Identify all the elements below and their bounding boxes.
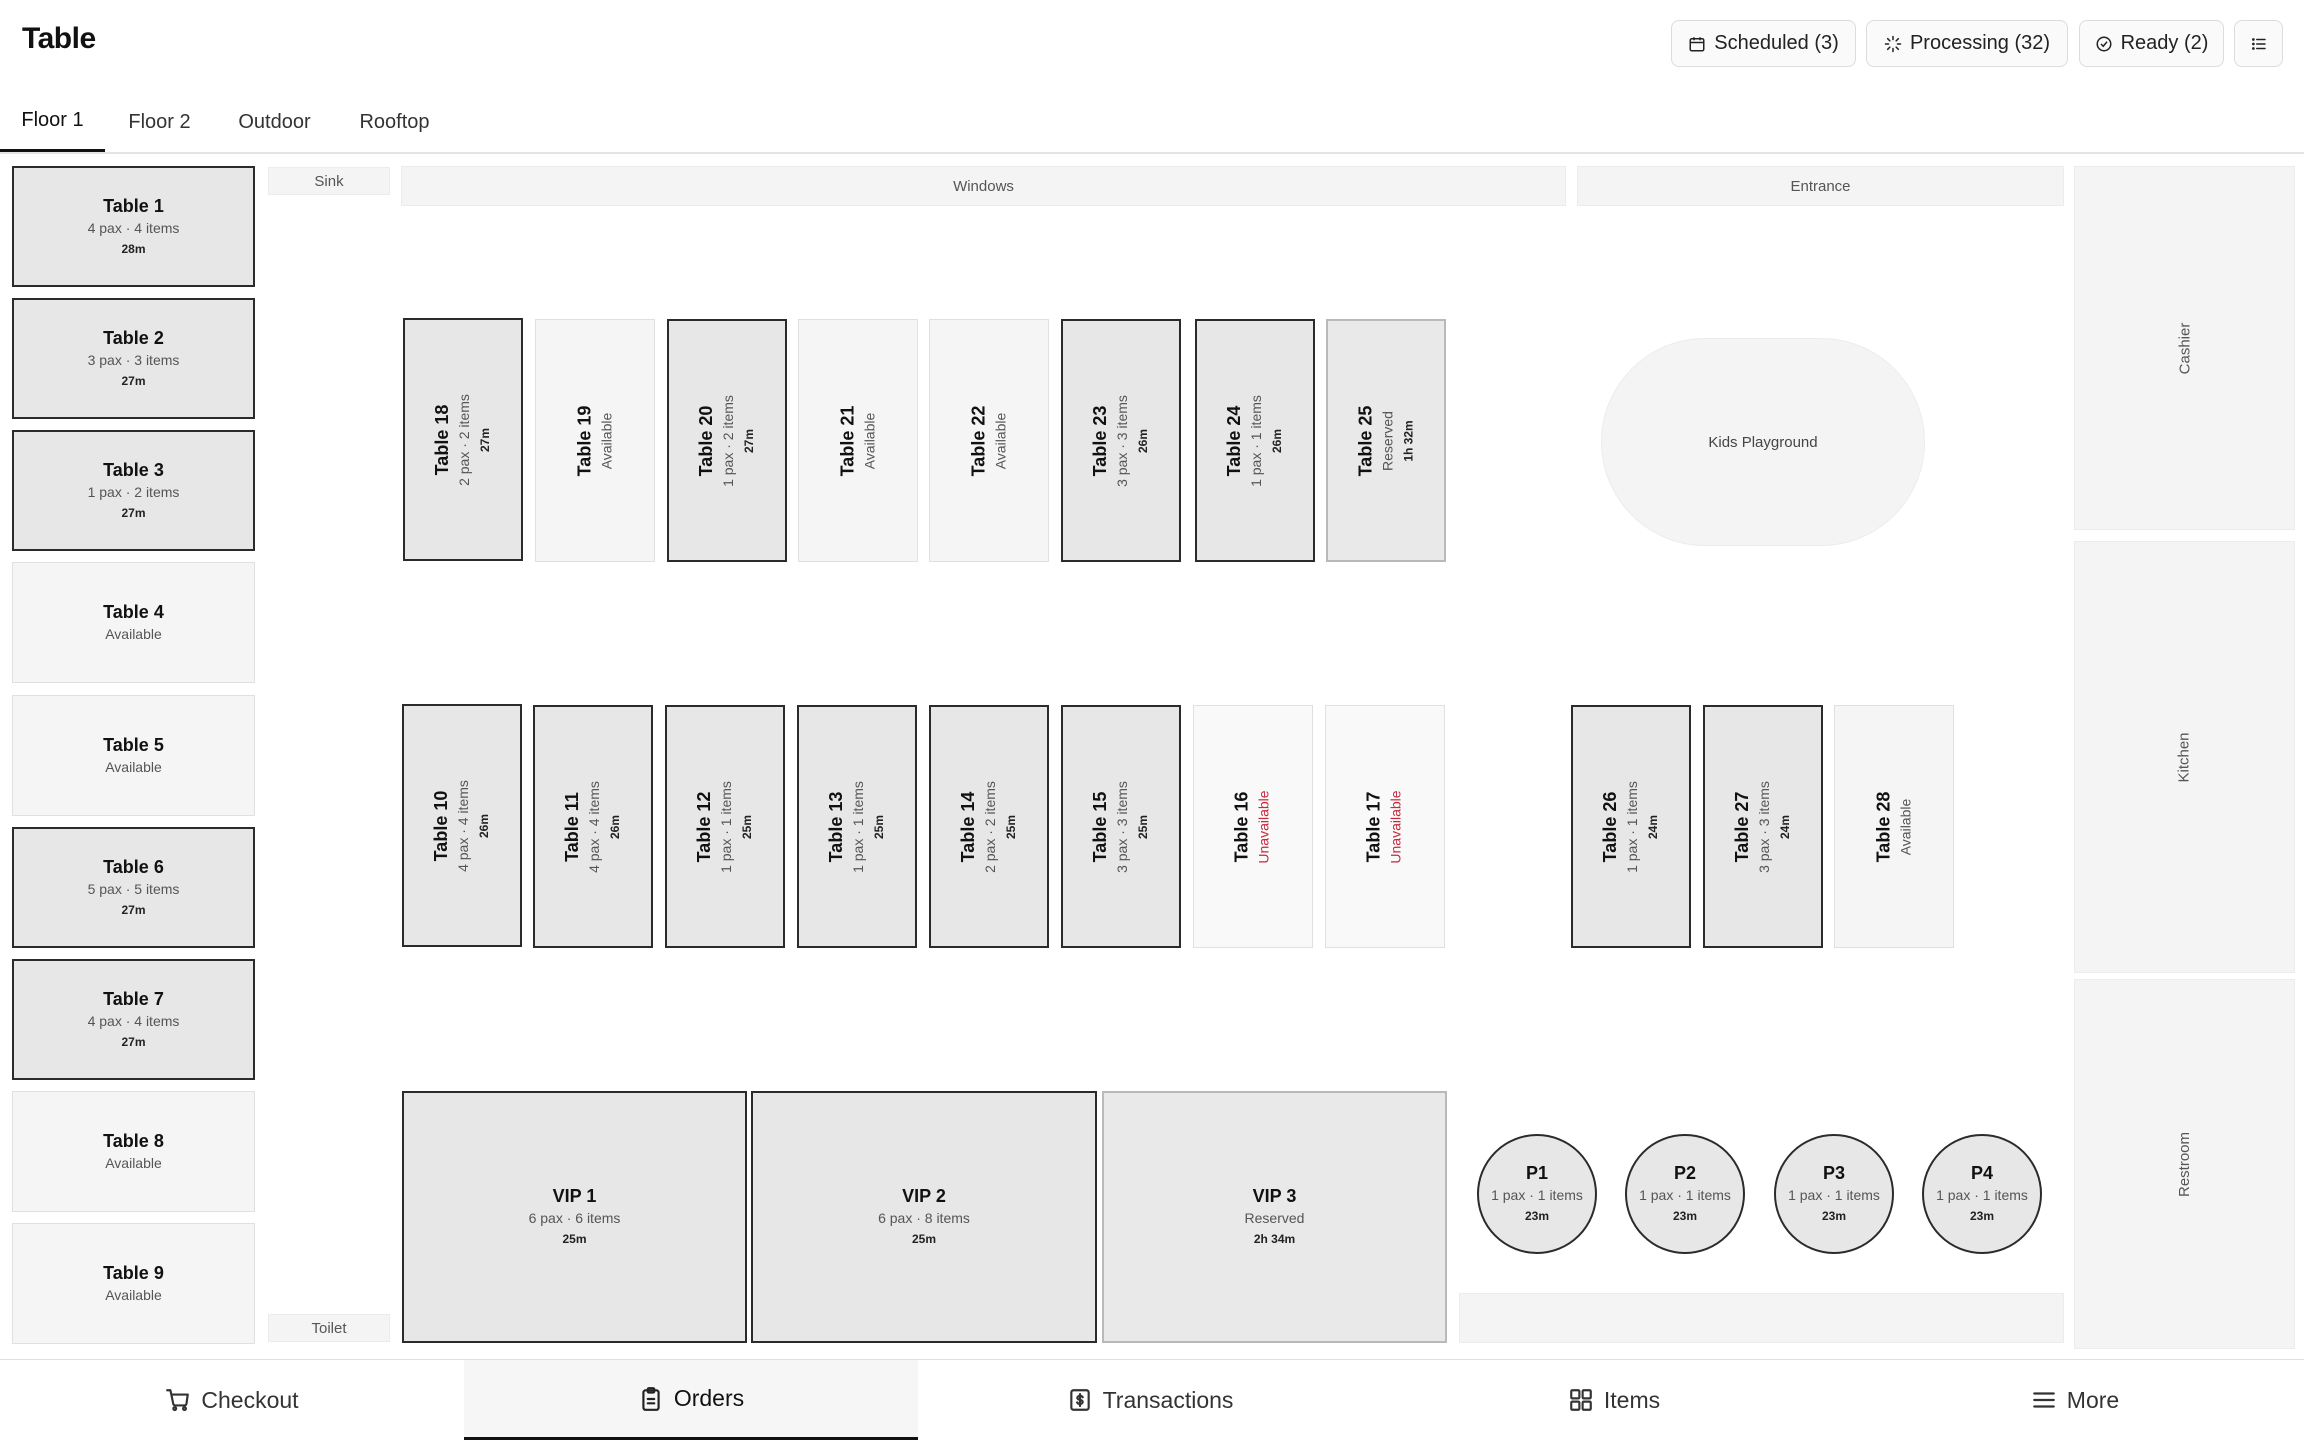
cart-icon (166, 1389, 190, 1412)
table-22[interactable]: Table 22 Available (929, 319, 1049, 562)
processing-label: Processing (32) (1909, 32, 2051, 54)
table-13[interactable]: Table 13 1 pax · 1 items 25m (797, 705, 917, 948)
page-title: Table (22, 22, 96, 55)
table-26[interactable]: Table 26 1 pax · 1 items 24m (1571, 705, 1691, 948)
table-15[interactable]: Table 15 3 pax · 3 items 25m (1061, 705, 1181, 948)
cashier-zone: Cashier (2074, 166, 2295, 530)
kids-playground-zone: Kids Playground (1601, 338, 1925, 546)
nav-transactions[interactable]: Transactions (918, 1360, 1382, 1440)
ready-label: Ready (2) (2120, 32, 2209, 54)
vip-2[interactable]: VIP 2 6 pax · 8 items 25m (751, 1091, 1097, 1343)
processing-button[interactable]: Processing (32) (1866, 20, 2068, 67)
floor-plan: Sink Toilet Windows Entrance Kids Playgr… (0, 155, 2304, 1360)
table-4[interactable]: Table 4 Available (12, 562, 255, 683)
floor-tabs: Floor 1 Floor 2 Outdoor Rooftop (0, 92, 2304, 154)
bottom-nav: Checkout Orders Transactions Items More (0, 1360, 2304, 1440)
table-5[interactable]: Table 5 Available (12, 695, 255, 816)
table-18[interactable]: Table 18 2 pax · 2 items 27m (403, 318, 523, 561)
table-7[interactable]: Table 7 4 pax · 4 items 27m (12, 959, 255, 1080)
loader-icon (1884, 35, 1902, 52)
list-icon (2251, 37, 2266, 50)
scheduled-button[interactable]: Scheduled (3) (1671, 20, 1856, 67)
scheduled-label: Scheduled (3) (1714, 32, 1839, 54)
tab-floor-1[interactable]: Floor 1 (0, 92, 105, 152)
table-3[interactable]: Table 3 1 pax · 2 items 27m (12, 430, 255, 551)
clipboard-icon (642, 1386, 660, 1411)
nav-orders[interactable]: Orders (464, 1360, 918, 1440)
table-p1[interactable]: P1 1 pax · 1 items 23m (1477, 1134, 1597, 1254)
table-27[interactable]: Table 27 3 pax · 3 items 24m (1703, 705, 1823, 948)
header: Table Scheduled (3) Processing (32) Read… (0, 0, 2304, 88)
table-23[interactable]: Table 23 3 pax · 3 items 26m (1061, 319, 1181, 562)
table-17[interactable]: Table 17 Unavailable (1325, 705, 1445, 948)
table-9[interactable]: Table 9 Available (12, 1223, 255, 1344)
sink-zone: Sink (268, 167, 390, 195)
table-1[interactable]: Table 1 4 pax · 4 items 28m (12, 166, 255, 287)
table-8[interactable]: Table 8 Available (12, 1091, 255, 1212)
menu-icon (2032, 1392, 2055, 1408)
table-11[interactable]: Table 11 4 pax · 4 items 26m (533, 705, 653, 948)
list-view-button[interactable] (2234, 20, 2283, 67)
table-25[interactable]: Table 25 Reserved 1h 32m (1326, 319, 1446, 562)
table-p2[interactable]: P2 1 pax · 1 items 23m (1625, 1134, 1745, 1254)
receipt-dollar-icon (1069, 1389, 1090, 1411)
table-10[interactable]: Table 10 4 pax · 4 items 26m (402, 704, 522, 947)
table-12[interactable]: Table 12 1 pax · 1 items 25m (665, 705, 785, 948)
kitchen-zone: Kitchen (2074, 541, 2295, 973)
grid-icon (1570, 1389, 1592, 1411)
table-21[interactable]: Table 21 Available (798, 319, 918, 562)
windows-zone: Windows (401, 166, 1566, 206)
restroom-zone: Restroom (2074, 979, 2295, 1349)
table-6[interactable]: Table 6 5 pax · 5 items 27m (12, 827, 255, 948)
vip-1[interactable]: VIP 1 6 pax · 6 items 25m (402, 1091, 747, 1343)
table-p4[interactable]: P4 1 pax · 1 items 23m (1922, 1134, 2042, 1254)
table-16[interactable]: Table 16 Unavailable (1193, 705, 1313, 948)
table-20[interactable]: Table 20 1 pax · 2 items 27m (667, 319, 787, 562)
table-p3[interactable]: P3 1 pax · 1 items 23m (1774, 1134, 1894, 1254)
nav-checkout[interactable]: Checkout (0, 1360, 464, 1440)
nav-more[interactable]: More (1846, 1360, 2304, 1440)
vip-3[interactable]: VIP 3 Reserved 2h 34m (1102, 1091, 1447, 1343)
tab-outdoor[interactable]: Outdoor (222, 92, 327, 152)
toilet-zone: Toilet (268, 1314, 390, 1342)
bottom-right-zone (1459, 1293, 2064, 1343)
nav-items[interactable]: Items (1382, 1360, 1846, 1440)
table-14[interactable]: Table 14 2 pax · 2 items 25m (929, 705, 1049, 948)
entrance-zone: Entrance (1577, 166, 2064, 206)
tab-rooftop[interactable]: Rooftop (343, 92, 446, 152)
check-circle-icon (2096, 36, 2112, 51)
table-19[interactable]: Table 19 Available (535, 319, 655, 562)
table-2[interactable]: Table 2 3 pax · 3 items 27m (12, 298, 255, 419)
table-28[interactable]: Table 28 Available (1834, 705, 1954, 948)
table-24[interactable]: Table 24 1 pax · 1 items 26m (1195, 319, 1315, 562)
calendar-icon (1689, 36, 1705, 51)
ready-button[interactable]: Ready (2) (2079, 20, 2224, 67)
tab-floor-2[interactable]: Floor 2 (112, 92, 207, 152)
